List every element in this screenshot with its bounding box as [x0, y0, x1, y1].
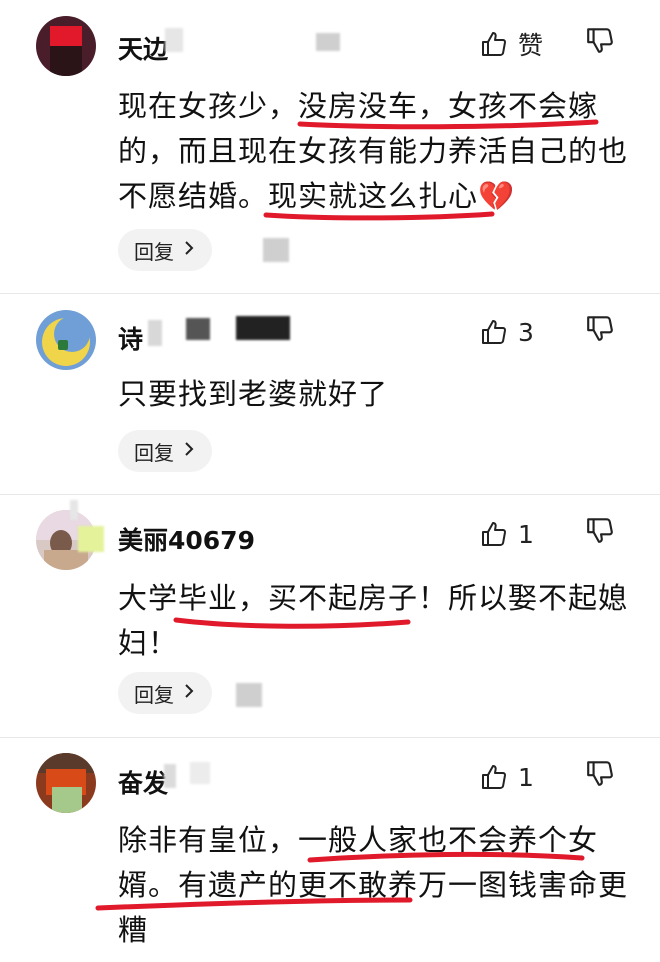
reply-button[interactable]: 回复 [118, 672, 212, 714]
comment-text: 只要找到老婆就好了 [118, 377, 389, 411]
thumbs-up-icon [480, 520, 508, 548]
divider [0, 293, 660, 294]
reply-label: 回复 [134, 239, 174, 264]
avatar[interactable] [36, 16, 96, 76]
thumbs-down-icon [585, 313, 625, 343]
username[interactable]: 美丽40679 [118, 521, 255, 557]
avatar[interactable] [36, 753, 96, 813]
redacted-block [236, 683, 262, 707]
redacted-block [165, 28, 183, 52]
thumbs-down-icon [585, 758, 625, 788]
comment-text: 大学毕业，买不起房子！所以娶不起媳妇！ [118, 581, 629, 660]
redacted-block [316, 33, 340, 51]
chevron-right-icon [184, 240, 194, 260]
thumbs-up-icon [480, 318, 508, 346]
chevron-right-icon [184, 441, 194, 461]
redacted-block [148, 320, 162, 346]
dislike-button[interactable] [585, 25, 625, 65]
redacted-block [70, 500, 78, 520]
like-button[interactable]: 1 [480, 514, 534, 554]
reply-button[interactable]: 回复 [118, 430, 212, 472]
thumbs-up-icon [480, 763, 508, 791]
thumbs-down-icon [585, 515, 625, 545]
chevron-right-icon [184, 683, 194, 703]
like-count: 1 [518, 519, 534, 549]
redacted-block [164, 764, 176, 788]
redacted-block [236, 316, 290, 340]
redacted-block [190, 762, 210, 784]
username[interactable]: 诗 [118, 320, 143, 356]
like-label: 赞 [518, 31, 544, 60]
thumbs-down-icon [585, 25, 625, 55]
like-button[interactable]: 赞 [480, 24, 543, 64]
like-count: 3 [518, 317, 534, 347]
like-count: 1 [518, 762, 534, 792]
redacted-block [78, 526, 104, 552]
reply-label: 回复 [134, 682, 174, 707]
reply-label: 回复 [134, 440, 174, 465]
comment-text: 除非有皇位，一般人家也不会养个女婿。有遗产的更不敢养万一图钱害命更糟 [118, 823, 629, 947]
dislike-button[interactable] [585, 313, 625, 353]
username[interactable]: 天边 [118, 30, 168, 66]
comment-text: 现在女孩少，没房没车，女孩不会嫁的，而且现在女孩有能力养活自己的也不愿结婚。现实… [118, 89, 629, 213]
reply-button[interactable]: 回复 [118, 229, 212, 271]
divider [0, 494, 660, 495]
username[interactable]: 奋发 [118, 764, 168, 800]
avatar[interactable] [36, 310, 96, 370]
like-button[interactable]: 3 [480, 312, 534, 352]
thumbs-up-icon [480, 30, 508, 58]
redacted-block [263, 238, 289, 262]
redacted-block [186, 318, 210, 340]
like-button[interactable]: 1 [480, 757, 534, 797]
divider [0, 737, 660, 738]
dislike-button[interactable] [585, 758, 625, 798]
dislike-button[interactable] [585, 515, 625, 555]
